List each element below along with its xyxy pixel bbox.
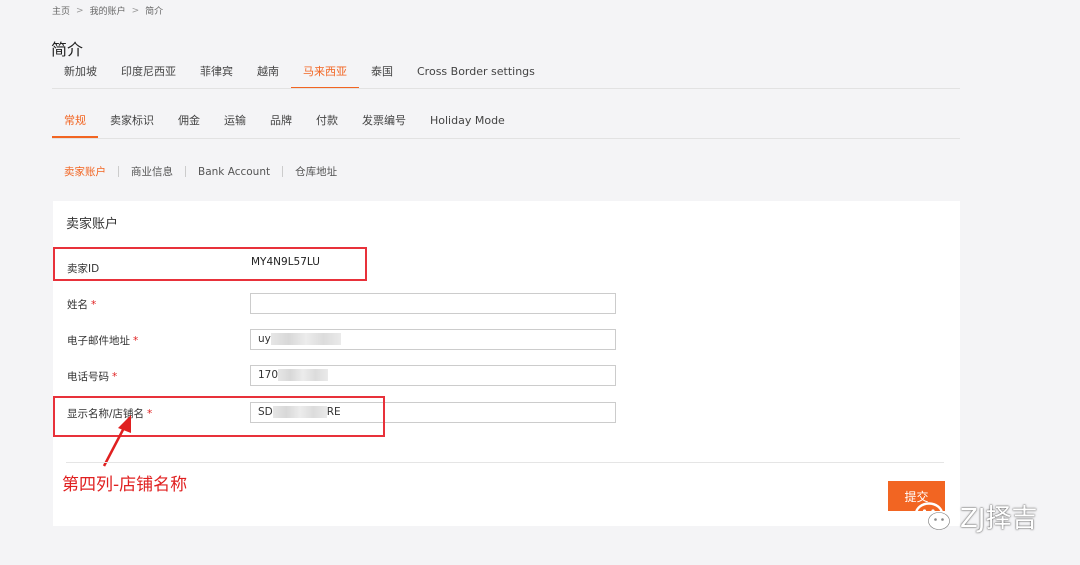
name-label-text: 姓名: [67, 299, 88, 311]
wechat-icon: [914, 501, 950, 530]
subtab-business-info[interactable]: 商业信息: [119, 164, 185, 179]
phone-field[interactable]: 170: [250, 365, 616, 386]
phone-value: 170: [258, 369, 279, 381]
breadcrumb-home[interactable]: 主页: [52, 4, 70, 17]
tab-brand[interactable]: 品牌: [258, 114, 304, 138]
divider: [66, 462, 944, 463]
tab-malaysia[interactable]: 马来西亚: [291, 65, 359, 89]
divider: [52, 88, 960, 89]
tab-seller-badge[interactable]: 卖家标识: [98, 114, 166, 138]
tab-payment[interactable]: 付款: [304, 114, 350, 138]
highlight-box-seller-id: [53, 247, 367, 281]
annotation-text: 第四列-店铺名称: [62, 475, 188, 495]
breadcrumb-separator: >: [76, 5, 84, 16]
breadcrumb: 主页 > 我的账户 > 简介: [52, 4, 164, 18]
breadcrumb-separator: >: [131, 5, 140, 16]
name-label: 姓名 *: [67, 297, 96, 312]
divider: [52, 138, 960, 139]
email-label-text: 电子邮件地址: [67, 335, 130, 347]
tab-indonesia[interactable]: 印度尼西亚: [109, 65, 188, 89]
tab-commission[interactable]: 佣金: [166, 114, 212, 138]
subtab-bank-account[interactable]: Bank Account: [186, 166, 282, 178]
watermark-text: ZJ择吉: [960, 504, 1038, 534]
tab-holiday-mode[interactable]: Holiday Mode: [418, 114, 517, 138]
phone-label: 电话号码 *: [67, 369, 117, 384]
email-label: 电子邮件地址 *: [67, 333, 138, 348]
main-tabs: 常规 卖家标识 佣金 运输 品牌 付款 发票编号 Holiday Mode: [52, 114, 517, 138]
breadcrumb-current: 简介: [145, 7, 164, 17]
tab-general[interactable]: 常规: [52, 114, 98, 138]
phone-label-text: 电话号码: [67, 371, 109, 383]
name-field[interactable]: [250, 293, 616, 314]
tab-philippines[interactable]: 菲律宾: [188, 65, 245, 89]
required-mark: *: [112, 371, 118, 383]
subtab-warehouse-address[interactable]: 仓库地址: [283, 164, 349, 179]
page-title: 简介: [51, 40, 84, 59]
sub-tabs: 卖家账户 商业信息 Bank Account 仓库地址: [52, 164, 349, 179]
redacted-blur: [278, 369, 329, 381]
breadcrumb-account[interactable]: 我的账户: [90, 4, 126, 17]
required-mark: *: [91, 299, 97, 311]
email-value: uy: [258, 333, 271, 345]
tab-thailand[interactable]: 泰国: [359, 65, 405, 89]
card-title: 卖家账户: [66, 217, 119, 232]
highlight-box-display-name: [53, 396, 385, 437]
subtab-seller-account[interactable]: 卖家账户: [52, 164, 118, 179]
tab-shipping[interactable]: 运输: [212, 114, 258, 138]
tab-cross-border-settings[interactable]: Cross Border settings: [405, 65, 547, 89]
tab-vietnam[interactable]: 越南: [245, 65, 291, 89]
country-tabs: 新加坡 印度尼西亚 菲律宾 越南 马来西亚 泰国 Cross Border se…: [52, 65, 547, 89]
watermark: ZJ择吉: [914, 498, 1037, 535]
email-field[interactable]: uy: [250, 329, 616, 350]
redacted-blur: [270, 333, 341, 345]
tab-invoice-number[interactable]: 发票编号: [350, 114, 418, 138]
tab-singapore[interactable]: 新加坡: [52, 65, 109, 89]
required-mark: *: [133, 335, 139, 347]
